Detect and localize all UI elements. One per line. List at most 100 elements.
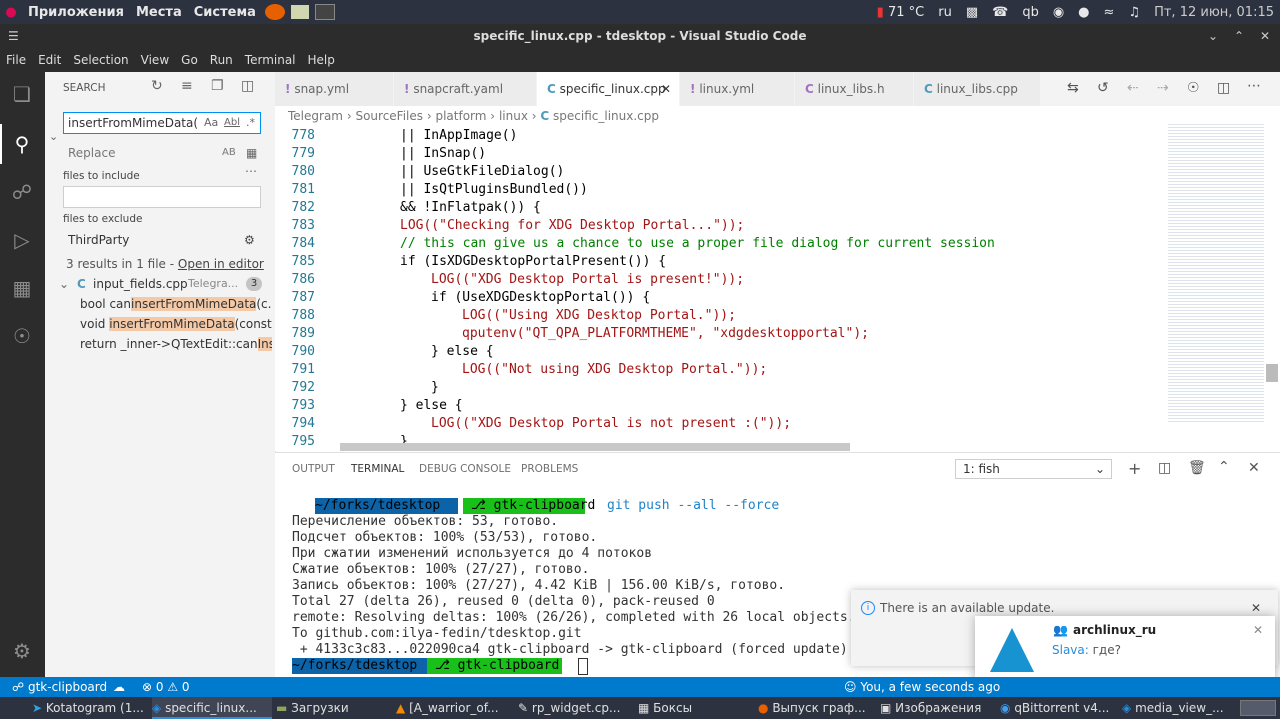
settings-gear-icon[interactable]: ⚙	[8, 637, 36, 665]
keyboard-layout[interactable]: ru	[938, 5, 952, 20]
tray-icon-2[interactable]: ☎	[992, 5, 1008, 20]
source-control-icon[interactable]: ☍	[8, 178, 36, 206]
crumb-sourcefiles[interactable]: SourceFiles	[355, 109, 423, 123]
maximize-button[interactable]: ⌃	[1234, 24, 1244, 48]
workspace-switcher[interactable]	[1240, 700, 1276, 716]
previous-change-icon[interactable]: ⇠	[1127, 80, 1139, 96]
tab-problems[interactable]: PROBLEMS	[521, 453, 578, 485]
minimize-button[interactable]: ⌄	[1208, 24, 1218, 48]
terminal-select[interactable]: 1: fish ⌄	[955, 459, 1112, 479]
tab-snapcraft-yaml[interactable]: ! snapcraft.yaml	[394, 72, 537, 106]
files-exclude-input[interactable]: ThirdParty ⚙	[63, 229, 261, 251]
blame-status[interactable]: ☺ You, a few seconds ago	[844, 677, 1000, 697]
tab-linux-libs-cpp[interactable]: C linux_libs.cpp	[914, 72, 1041, 106]
tray-icon-4[interactable]: ●	[1078, 5, 1089, 20]
crumb-telegram[interactable]: Telegram	[288, 109, 343, 123]
split-terminal-icon[interactable]: ◫	[1158, 460, 1171, 476]
compare-changes-icon[interactable]: ⇆	[1067, 80, 1079, 96]
refresh-icon[interactable]: ↻	[151, 78, 163, 94]
sync-icon[interactable]: ☁	[113, 677, 125, 697]
result-line-1[interactable]: bool caninsertFromMimeData(c...	[80, 294, 272, 314]
close-notification-icon[interactable]: ✕	[1251, 601, 1261, 615]
explorer-icon[interactable]: ❏	[8, 80, 36, 108]
match-case-toggle[interactable]: Aa	[204, 113, 218, 133]
run-debug-icon[interactable]: ▷	[8, 226, 36, 254]
go-back-icon[interactable]: ↺	[1097, 80, 1109, 96]
task-vlc[interactable]: ▲ [A_warrior_of...	[396, 697, 512, 719]
match-word-toggle[interactable]: Abl	[224, 113, 240, 133]
result-line-2[interactable]: void insertFromMimeData(const ...	[80, 314, 272, 334]
places-menu[interactable]: Места	[130, 5, 188, 20]
menu-run[interactable]: Run	[204, 53, 239, 67]
task-boxes[interactable]: ▦ Боксы	[638, 697, 750, 719]
crumb-linux[interactable]: linux	[499, 109, 528, 123]
kill-terminal-icon[interactable]: 🗑	[1188, 460, 1206, 476]
files-include-input[interactable]	[63, 186, 261, 208]
result-file-row[interactable]: ⌄ C input_fields.cpp Telegra... 3	[45, 274, 274, 294]
crumb-platform[interactable]: platform	[435, 109, 486, 123]
clear-results-icon[interactable]: ≡	[181, 78, 193, 94]
maximize-panel-icon[interactable]: ⌃	[1218, 459, 1230, 475]
code-editor[interactable]: 778 || InAppImage() 779 || InSnap() 780 …	[275, 126, 1160, 451]
menu-edit[interactable]: Edit	[32, 53, 67, 67]
open-in-editor-link[interactable]: Open in editor	[178, 257, 264, 271]
task-rp-widget[interactable]: ✎ rp_widget.cp...	[518, 697, 630, 719]
task-downloads[interactable]: ▬ Загрузки	[276, 697, 386, 719]
minimap-slider[interactable]	[1266, 364, 1278, 382]
next-change-icon[interactable]: ⇢	[1157, 80, 1169, 96]
firefox-icon[interactable]	[264, 4, 285, 20]
tab-debug-console[interactable]: DEBUG CONSOLE	[419, 453, 511, 485]
branch-status[interactable]: ☍ gtk-clipboard	[12, 677, 107, 697]
tab-output[interactable]: OUTPUT	[292, 453, 335, 485]
wifi-icon[interactable]: ≈	[1104, 5, 1115, 20]
tab-linux-libs-h[interactable]: C linux_libs.h	[795, 72, 914, 106]
crumb-file[interactable]: specific_linux.cpp	[553, 109, 659, 123]
task-images[interactable]: ▣ Изображения	[880, 697, 992, 719]
menu-go[interactable]: Go	[175, 53, 204, 67]
app-menu-icon[interactable]: ☰	[8, 24, 19, 48]
split-editor-icon[interactable]: ◫	[1217, 80, 1230, 96]
menu-file[interactable]: File	[0, 53, 32, 67]
replace-input[interactable]: Replace AB ▦	[63, 142, 261, 164]
open-changes-icon[interactable]: ☉	[1187, 80, 1200, 96]
tab-snap-yml[interactable]: ! snap.yml	[275, 72, 394, 106]
minimap[interactable]	[1160, 106, 1280, 451]
tray-icon-1[interactable]: ▩	[966, 5, 978, 20]
menu-terminal[interactable]: Terminal	[239, 53, 302, 67]
more-actions-icon[interactable]: ⋯	[1247, 78, 1261, 94]
tab-linux-yml[interactable]: ! linux.yml	[680, 72, 795, 106]
problems-status[interactable]: ⊗ 0 ⚠ 0	[142, 677, 190, 697]
clock[interactable]: Пт, 12 июн, 01:15	[1154, 5, 1274, 20]
volume-icon[interactable]: ♫	[1128, 5, 1140, 20]
replace-all-icon[interactable]: ▦	[246, 143, 257, 163]
task-kotatogram[interactable]: ➤ Kotatogram (1...	[32, 697, 150, 719]
search-icon[interactable]: ⚲	[8, 130, 36, 158]
close-tab-icon[interactable]: ✕	[661, 72, 671, 106]
menu-help[interactable]: Help	[302, 53, 341, 67]
tab-specific-linux-cpp[interactable]: C specific_linux.cpp ✕	[537, 72, 680, 106]
close-button[interactable]: ✕	[1260, 24, 1270, 48]
github-icon[interactable]: ☉	[8, 322, 36, 350]
close-notification-icon[interactable]: ✕	[1253, 623, 1263, 637]
search-input[interactable]: insertFromMimeData( Aa Abl .*	[63, 112, 261, 134]
terminal-launcher-icon[interactable]	[314, 4, 335, 20]
close-panel-icon[interactable]: ✕	[1248, 460, 1260, 476]
extensions-icon[interactable]: ▦	[8, 274, 36, 302]
menu-selection[interactable]: Selection	[67, 53, 134, 67]
debian-icon[interactable]: ●	[0, 5, 22, 20]
tab-terminal[interactable]: TERMINAL	[351, 453, 405, 485]
task-firefox[interactable]: ● Выпуск граф...	[758, 697, 874, 719]
task-qbittorrent[interactable]: ◉ qBittorrent v4...	[1000, 697, 1116, 719]
task-media-view[interactable]: ◈ media_view_...	[1122, 697, 1234, 719]
use-exclude-settings-icon[interactable]: ⚙	[244, 230, 255, 250]
preserve-case-toggle[interactable]: AB	[222, 143, 236, 163]
menu-view[interactable]: View	[135, 53, 175, 67]
toggle-replace-icon[interactable]: ⌄	[49, 130, 58, 143]
files-launcher-icon[interactable]	[290, 5, 309, 19]
collapse-all-icon[interactable]: ◫	[241, 78, 254, 94]
temperature-indicator[interactable]: ▮ 71 °C	[877, 5, 925, 20]
new-search-editor-icon[interactable]: ❐	[211, 78, 224, 94]
task-vscode[interactable]: ◈ specific_linux...	[152, 697, 272, 719]
horizontal-scrollbar[interactable]	[340, 443, 850, 451]
regex-toggle[interactable]: .*	[246, 113, 255, 133]
